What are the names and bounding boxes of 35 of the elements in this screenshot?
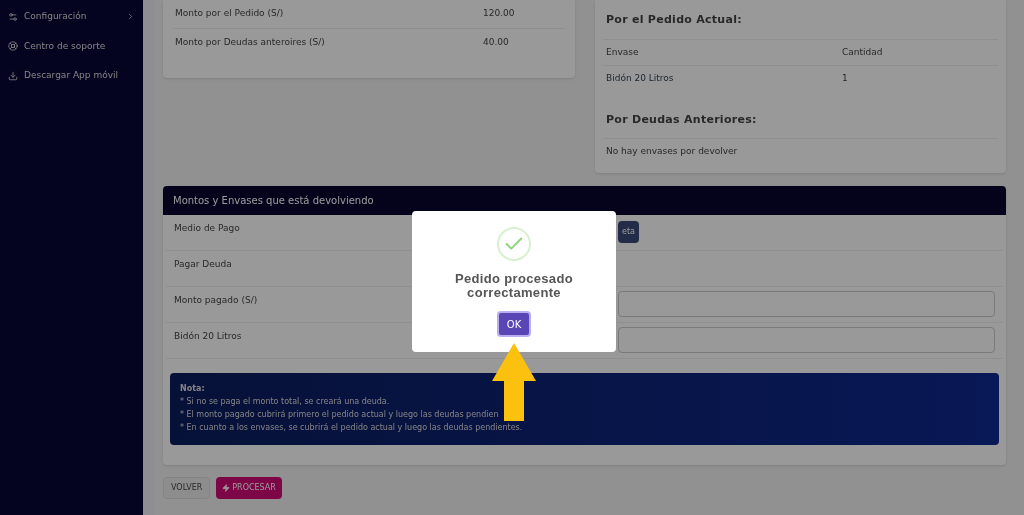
column-header: Envase xyxy=(606,45,640,59)
check-icon xyxy=(497,227,531,261)
bolt-icon xyxy=(222,483,231,492)
field-label: Pagar Deuda xyxy=(174,258,232,269)
field-label: Monto pagado (S/) xyxy=(174,294,258,305)
column-header: Cantidad xyxy=(842,45,883,59)
sidebar-item[interactable]: Descargar App móvil xyxy=(0,67,143,85)
card-header: Montos y Envases que está devolviendo xyxy=(163,185,1006,215)
section-title: Por el Pedido Actual: xyxy=(603,12,998,40)
process-button[interactable]: PROCESAR xyxy=(216,476,282,499)
back-button[interactable]: VOLVER xyxy=(163,476,211,499)
note-line: * En cuanto a los envases, se cubrirá el pedido actual y luego las deudas pendientes. xyxy=(180,421,524,434)
lifebuoy-icon xyxy=(8,41,18,52)
sidebar-item[interactable]: Centro de soporte xyxy=(0,37,143,55)
field-label: Medio de Pago xyxy=(174,222,240,233)
download-icon xyxy=(8,70,18,81)
note-line: * El monto pagado cubrirá primero el pedido actual y luego las deudas pendien xyxy=(180,408,500,421)
chevron-icon xyxy=(126,12,135,22)
input-field[interactable] xyxy=(618,291,995,317)
amount-label: Monto por Deudas anteroires (S/) xyxy=(175,35,326,49)
payment-button[interactable]: eta xyxy=(618,221,639,243)
note-title: Nota: xyxy=(180,382,206,395)
table-cell-text: Bidón 20 Litros xyxy=(606,72,675,85)
note-line: * Si no se paga el monto total, se creará una deuda. xyxy=(180,395,391,408)
table-cell-text: 1 xyxy=(842,72,848,85)
section-title: Por Deudas Anteriores: xyxy=(603,91,998,139)
amount-value: 40.00 xyxy=(483,35,510,49)
field-label: Bidón 20 Litros xyxy=(174,330,242,341)
input-field[interactable] xyxy=(618,327,995,353)
empty-message: No hay envases por devolver xyxy=(605,145,739,158)
sidebar-item[interactable]: Configuración xyxy=(0,8,143,26)
amount-value: 120.00 xyxy=(483,7,516,20)
dialog-message: Pedido procesado correctamente xyxy=(454,272,574,300)
amount-label: Monto por el Pedido (S/) xyxy=(175,7,285,20)
ok-button[interactable]: OK xyxy=(496,311,532,337)
